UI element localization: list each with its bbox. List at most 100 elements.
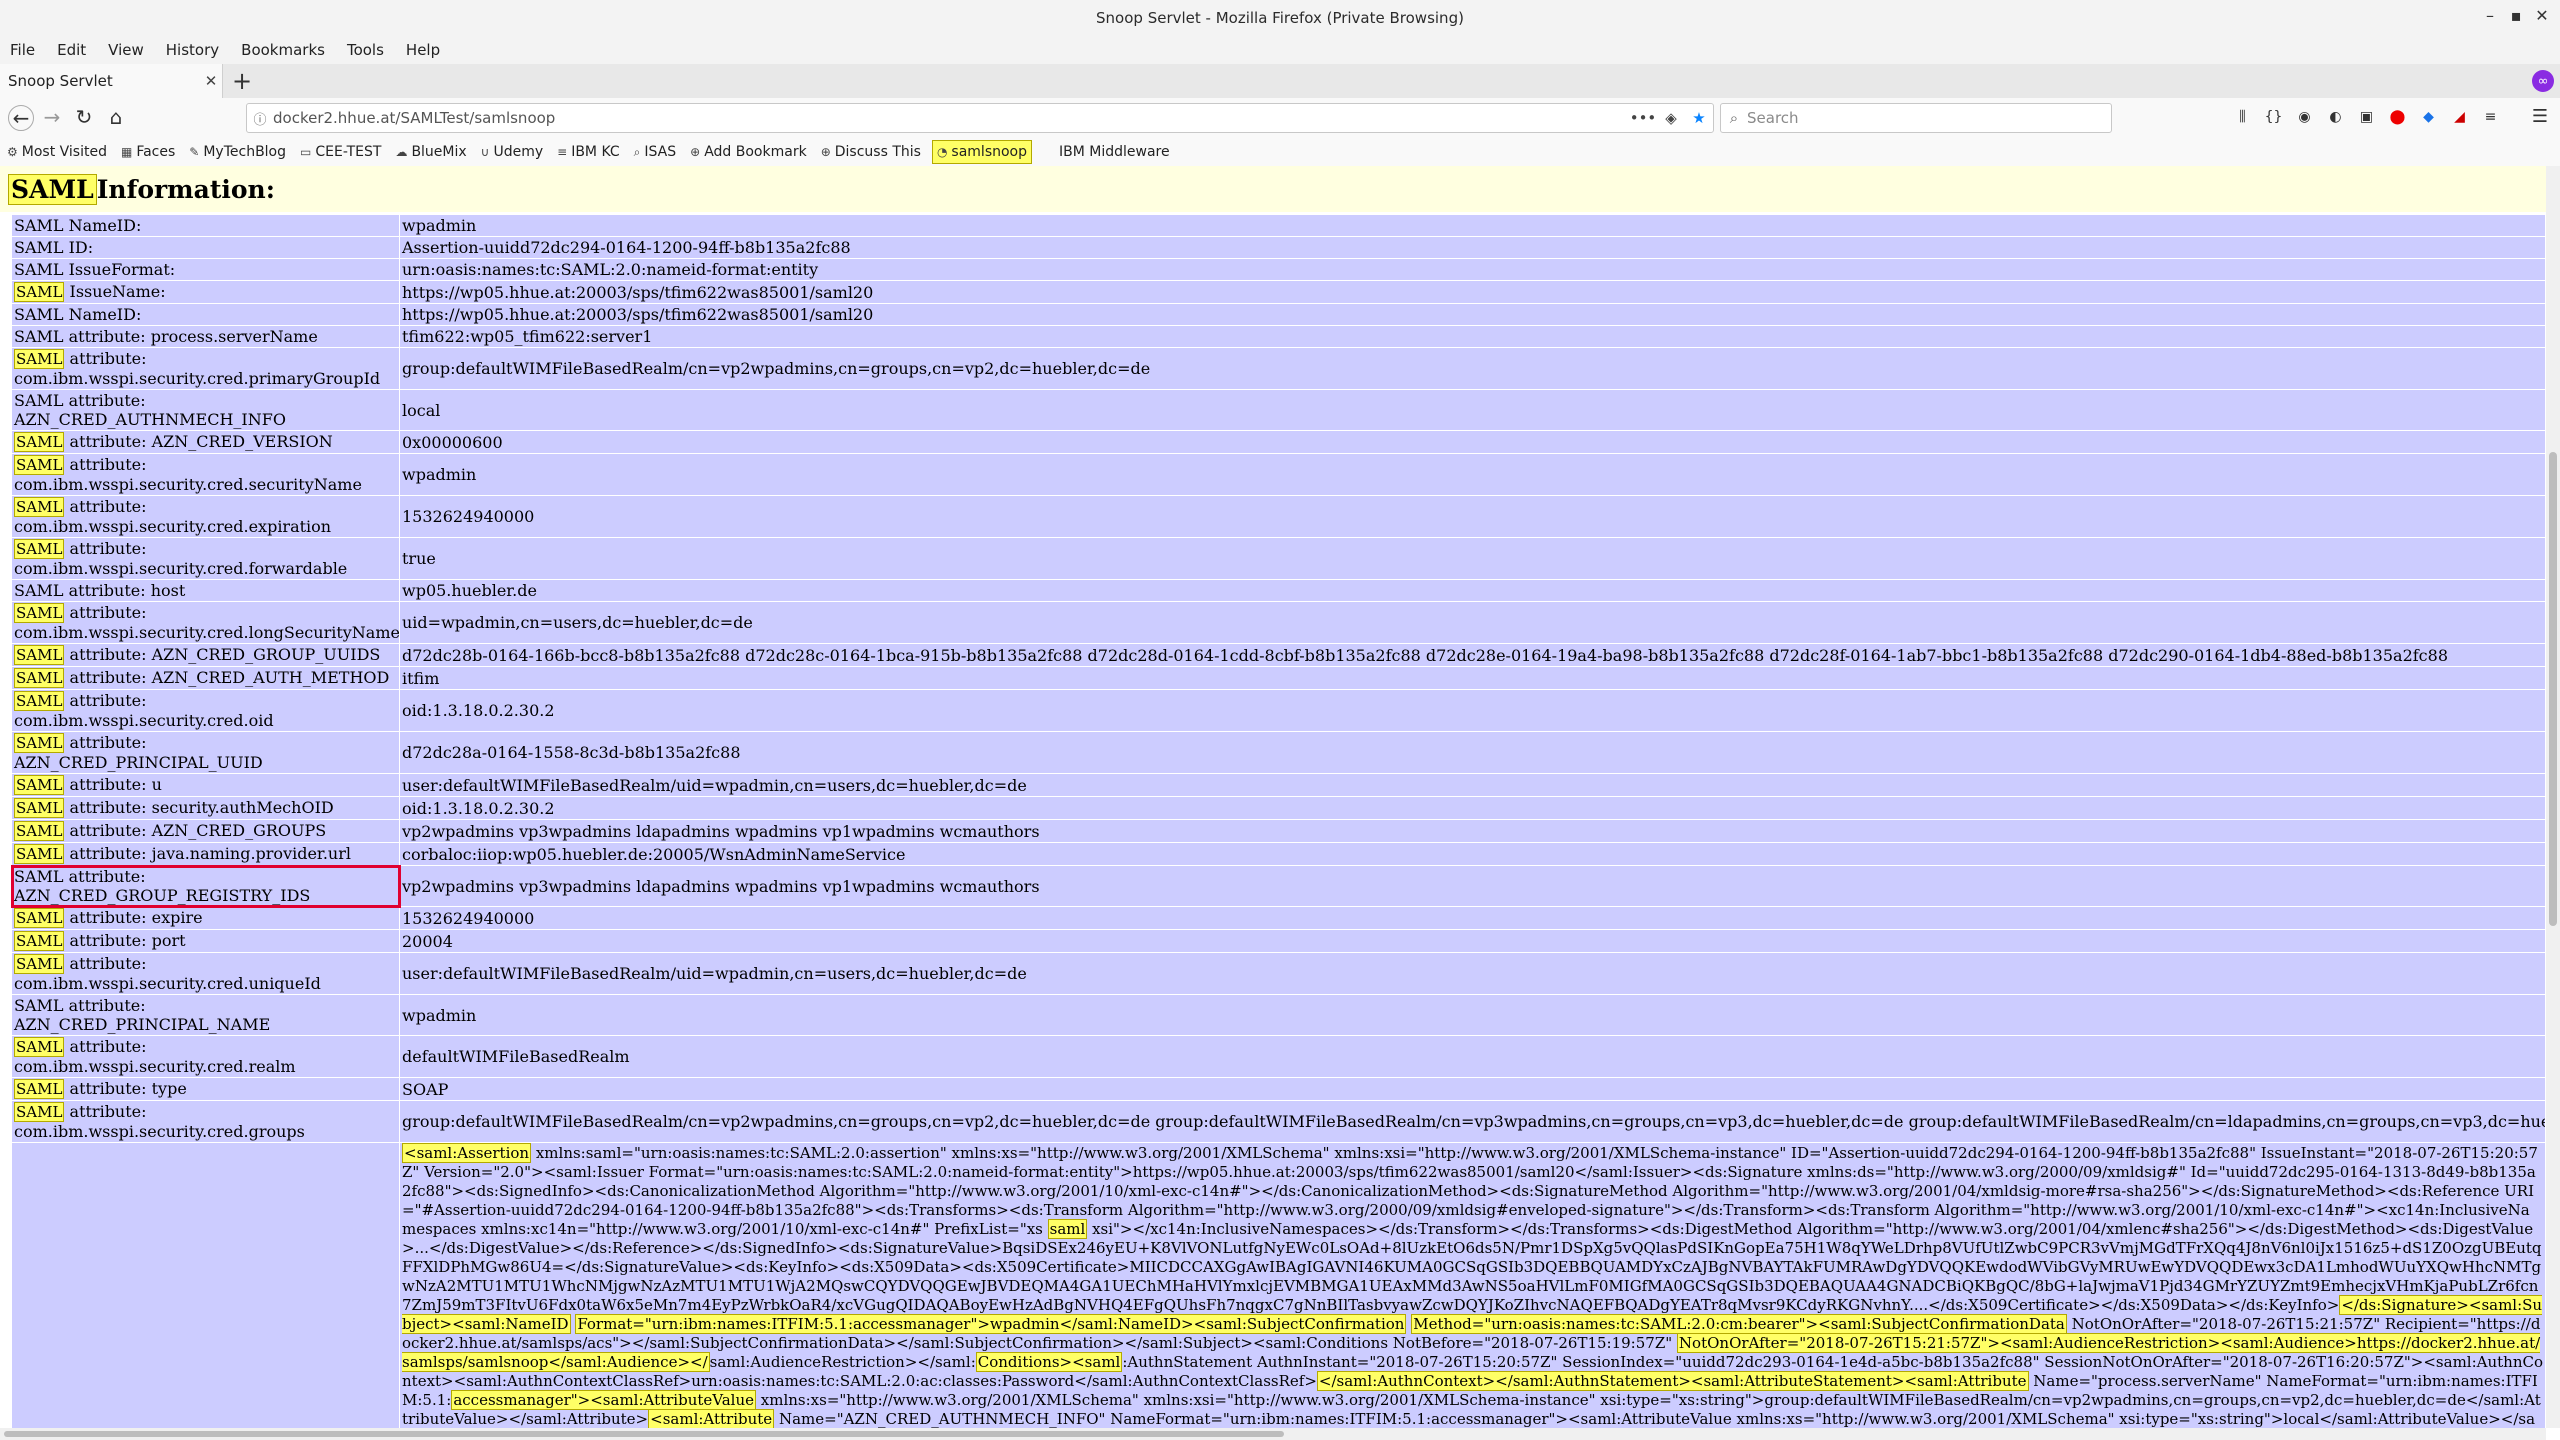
scrollbar-thumb[interactable]	[2549, 452, 2557, 926]
xml-highlight: <saml:Assertion	[402, 1143, 532, 1163]
maximize-icon[interactable]: ▪	[2504, 6, 2528, 25]
attribute-row: SAML attribute: port 20004	[11, 929, 2546, 953]
extension-icon[interactable]: ▣	[2354, 106, 2379, 128]
bookmark-samlsnoop[interactable]: ◔ samlsnoop	[931, 140, 1033, 164]
hamburger-menu-icon[interactable]: ☰	[2528, 106, 2552, 128]
attribute-label-line2: com.ibm.wsspi.security.cred.oid	[14, 711, 274, 730]
pocket-icon[interactable]: ◈	[1657, 109, 1685, 127]
bookmark-most-visited[interactable]: ⚙ Most Visited	[0, 141, 114, 163]
attribute-value: oid:1.3.18.0.2.30.2	[399, 689, 2546, 732]
attribute-row: SAML attribute: com.ibm.wsspi.security.cr…	[11, 689, 2546, 732]
minimize-icon[interactable]: –	[2478, 6, 2502, 25]
attribute-label: attribute: security.authMechOID	[64, 798, 334, 817]
attribute-label: SAML attribute:	[14, 867, 146, 886]
attribute-label: attribute:	[64, 603, 147, 622]
bookmark-star-icon[interactable]: ★	[1685, 109, 1713, 127]
attribute-label-line2: com.ibm.wsspi.security.cred.groups	[14, 1122, 305, 1141]
cloud-icon: ☁	[395, 145, 408, 159]
attribute-label: attribute:	[64, 349, 147, 368]
attribute-label-line2: com.ibm.wsspi.security.cred.primaryGroup…	[14, 369, 381, 388]
menu-history[interactable]: History	[155, 41, 230, 59]
attribute-name: SAML attribute: com.ibm.wsspi.security.cr…	[11, 689, 400, 732]
bookmark-ibm-kc[interactable]: ≡ IBM KC	[550, 141, 627, 163]
bookmark-discuss-this[interactable]: ⊕ Discuss This	[814, 141, 928, 163]
menu-view[interactable]: View	[97, 41, 155, 59]
attribute-name: SAML attribute: com.ibm.wsspi.security.cr…	[11, 537, 400, 580]
horizontal-scrollbar[interactable]	[0, 1428, 2546, 1440]
bookmark-add-bookmark[interactable]: ⊕ Add Bookmark	[683, 141, 814, 163]
tab-snoop-servlet[interactable]: Snoop Servlet ✕	[0, 64, 223, 98]
attribute-label: attribute:	[64, 539, 147, 558]
heading-text: Information:	[96, 174, 275, 204]
tab-close-icon[interactable]: ✕	[200, 72, 222, 90]
attribute-value: d72dc28a-0164-1558-8c3d-b8b135a2fc88	[399, 731, 2546, 774]
home-icon[interactable]: ⌂	[104, 105, 128, 129]
attribute-label-line2: com.ibm.wsspi.security.cred.expiration	[14, 517, 332, 536]
attribute-row: SAML ID: Assertion-uuidd72dc294-0164-1200…	[11, 236, 2546, 259]
attribute-label: attribute: AZN_CRED_AUTH_METHOD	[64, 668, 390, 687]
attribute-value: 20004	[399, 929, 2546, 953]
bookmark-faces[interactable]: ▦ Faces	[114, 141, 182, 163]
url-text[interactable]: docker2.hhue.at/SAMLTest/samlsnoop	[273, 109, 1629, 127]
heading-highlight: SAML	[8, 173, 97, 205]
attribute-row: SAML attribute: host wp05.huebler.de	[11, 579, 2546, 602]
saml-highlight: SAML	[14, 931, 65, 951]
extension-icon[interactable]: ≡	[2478, 106, 2503, 128]
attribute-label-line2: com.ibm.wsspi.security.cred.realm	[14, 1057, 296, 1076]
extension-icon[interactable]: ◆	[2416, 106, 2441, 128]
attribute-row: SAML attribute: java.naming.provider.url…	[11, 842, 2546, 866]
new-tab-button[interactable]: +	[228, 67, 256, 95]
extension-icon[interactable]: ⬤	[2385, 106, 2410, 128]
search-bar[interactable]: ⌕ Search	[1720, 103, 2112, 133]
bookmark-isas[interactable]: ⌕ ISAS	[627, 141, 683, 163]
menu-tools[interactable]: Tools	[336, 41, 395, 59]
attribute-name: SAML attribute: port	[11, 929, 400, 953]
assertion-xml-label	[11, 1142, 400, 1428]
xml-highlight: Format="urn:ibm:names:ITFIM:5.1:accessma…	[575, 1314, 1407, 1334]
attribute-value: https://wp05.hhue.at:20003/sps/tfim622wa…	[399, 280, 2546, 304]
bookmark-cee-test[interactable]: ▭ CEE-TEST	[293, 141, 388, 163]
attribute-value: user:defaultWIMFileBasedRealm/uid=wpadmi…	[399, 773, 2546, 797]
reload-icon[interactable]: ↻	[72, 105, 96, 129]
toolbar-icons: ⫼ {} ◉ ◐ ▣ ⬤ ◆ ◢ ≡	[2230, 106, 2503, 128]
back-icon[interactable]: ←	[8, 105, 34, 131]
saml-highlight: SAML	[14, 497, 65, 517]
menu-bar: File Edit View History Bookmarks Tools H…	[0, 36, 2560, 64]
saml-highlight: SAML	[14, 908, 65, 928]
extension-icon[interactable]: ◢	[2447, 106, 2472, 128]
close-window-icon[interactable]: ✕	[2530, 6, 2554, 25]
bookmark-bluemix[interactable]: ☁ BlueMix	[388, 141, 473, 163]
site-info-icon[interactable]: ⓘ	[247, 109, 273, 128]
attribute-label: attribute: expire	[64, 908, 203, 927]
page-actions-icon[interactable]: •••	[1629, 109, 1657, 127]
url-bar[interactable]: ⓘ docker2.hhue.at/SAMLTest/samlsnoop •••…	[246, 103, 1714, 133]
bookmark-udemy[interactable]: ∪ Udemy	[474, 141, 550, 163]
attribute-label-line2: com.ibm.wsspi.security.cred.forwardable	[14, 559, 348, 578]
extension-icon[interactable]: ◉	[2292, 106, 2317, 128]
menu-file[interactable]: File	[0, 41, 46, 59]
forward-icon[interactable]: →	[40, 105, 64, 129]
attribute-name: SAML attribute: AZN_CRED_VERSION	[11, 430, 400, 454]
attribute-label-line2: AZN_CRED_PRINCIPAL_UUID	[14, 753, 263, 772]
search-placeholder[interactable]: Search	[1747, 109, 1799, 127]
library-icon[interactable]: ⫼	[2230, 106, 2255, 128]
menu-help[interactable]: Help	[395, 41, 451, 59]
attribute-value: local	[399, 389, 2546, 431]
scrollbar-thumb[interactable]	[4, 1431, 1284, 1437]
attribute-label-line2: com.ibm.wsspi.security.cred.securityName	[14, 475, 362, 494]
attribute-name: SAML attribute: com.ibm.wsspi.security.cr…	[11, 1035, 400, 1078]
attribute-name: SAML attribute: host	[11, 579, 400, 602]
extension-icon[interactable]: ◐	[2323, 106, 2348, 128]
bookmark-mytechblog[interactable]: ✎ MyTechBlog	[182, 141, 293, 163]
attribute-value: vp2wpadmins vp3wpadmins ldapadmins wpadm…	[399, 865, 2546, 907]
attribute-value: wp05.huebler.de	[399, 579, 2546, 602]
vertical-scrollbar[interactable]	[2546, 166, 2560, 1428]
json-icon[interactable]: {}	[2261, 106, 2286, 128]
attribute-row: SAML IssueFormat: urn:oasis:names:tc:SAML…	[11, 258, 2546, 281]
menu-bookmarks[interactable]: Bookmarks	[230, 41, 336, 59]
menu-edit[interactable]: Edit	[46, 41, 97, 59]
attribute-row: SAML attribute: AZN_CRED_GROUPS vp2wpadmi…	[11, 819, 2546, 843]
saml-highlight: SAML	[14, 539, 65, 559]
attribute-label: attribute: java.naming.provider.url	[64, 844, 351, 863]
bookmark-ibm-middleware[interactable]: IBM Middleware	[1052, 141, 1177, 163]
